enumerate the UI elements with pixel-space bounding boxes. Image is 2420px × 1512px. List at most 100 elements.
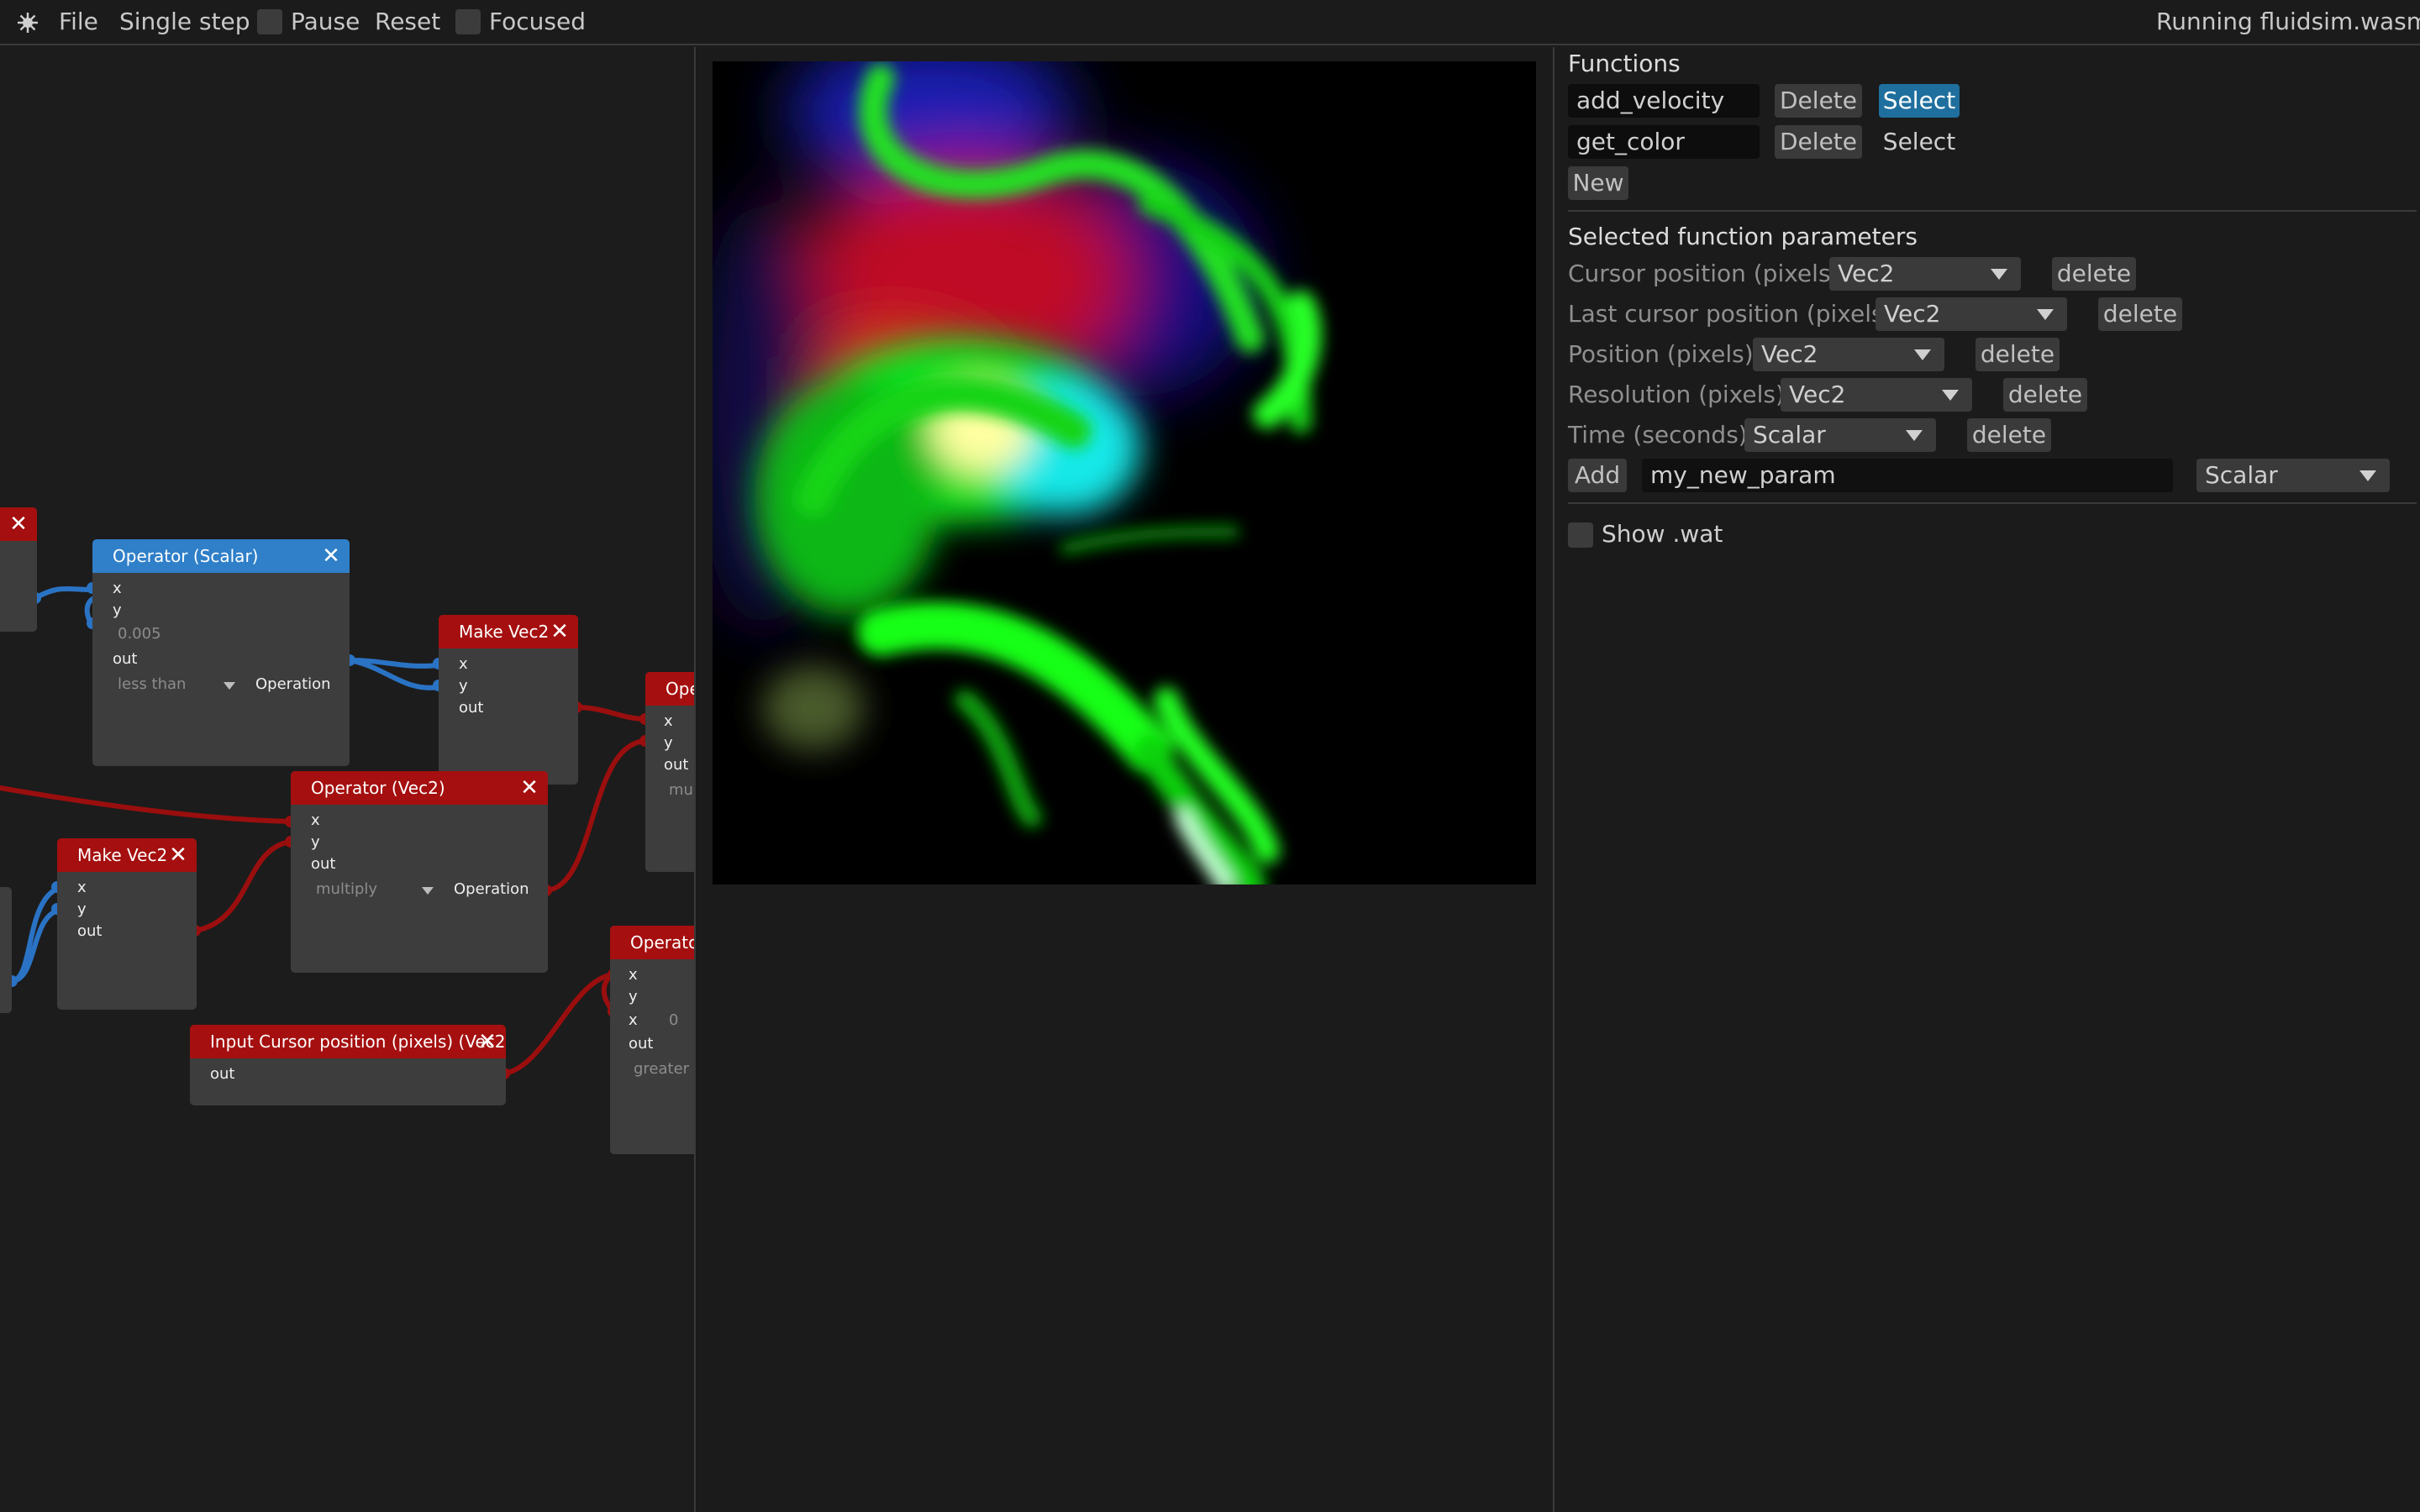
node-title: Oper [645, 672, 694, 706]
delete-function-button[interactable]: Delete [1775, 125, 1862, 159]
single-step-button[interactable]: Single step [119, 0, 250, 44]
node-make-vec2[interactable]: Make Vec2 ✕ x y out [439, 615, 578, 785]
chevron-down-icon [2037, 309, 2054, 320]
param-type-select[interactable]: Vec2 [1781, 378, 1972, 412]
node-input-cursor-position[interactable]: Input Cursor position (pixels) (Vec2) ✕ … [190, 1025, 506, 1105]
close-icon[interactable]: ✕ [321, 539, 341, 573]
port-x[interactable]: x [311, 811, 320, 830]
chevron-down-icon [1914, 349, 1931, 360]
divider [1568, 210, 2417, 212]
delete-param-button[interactable]: delete [2003, 378, 2087, 412]
param-label: Resolution (pixels) [1568, 381, 1785, 408]
node-title: Input Cursor position (pixels) (Vec2) [190, 1025, 506, 1058]
node-operator-partial-bottom[interactable]: Operator x y x 0 out greater [610, 926, 694, 1154]
node-title: Operator (Vec2) [291, 771, 548, 805]
function-name-field[interactable]: add_velocity [1568, 84, 1760, 118]
port-y[interactable]: y [629, 988, 638, 1006]
new-param-type-select[interactable]: Scalar [2196, 459, 2390, 492]
close-icon[interactable]: ✕ [477, 1025, 497, 1058]
delete-param-button[interactable]: delete [1975, 338, 2060, 371]
close-icon[interactable]: ✕ [550, 615, 570, 648]
port-x[interactable]: x [664, 712, 673, 731]
focused-label[interactable]: Focused [489, 0, 586, 44]
functions-heading: Functions [1568, 50, 1681, 77]
param-label: Time (seconds) [1568, 421, 1748, 449]
operation-label: Operation [255, 675, 331, 693]
port-x[interactable]: x [77, 879, 87, 897]
new-param-name-input[interactable]: my_new_param [1642, 459, 2173, 492]
port-y[interactable]: y [311, 833, 320, 852]
show-wat-label[interactable]: Show .wat [1602, 517, 1723, 551]
operation-label: Operation [454, 880, 529, 898]
port-x2[interactable]: x [629, 1011, 638, 1030]
operation-select[interactable]: mul [669, 781, 694, 800]
show-wat-checkbox[interactable] [1568, 522, 1593, 548]
delete-param-button[interactable]: delete [2098, 297, 2182, 331]
parameters-heading: Selected function parameters [1568, 223, 1918, 250]
functions-panel: Functions add_velocity Delete Select get… [1555, 47, 2420, 1512]
chevron-down-icon [1991, 269, 2007, 280]
gear-icon[interactable] [17, 12, 39, 34]
port-out[interactable]: out [210, 1065, 234, 1084]
value-field[interactable]: 0.005 [118, 625, 161, 643]
param-label: Cursor position (pixels) [1568, 260, 1840, 287]
close-icon[interactable]: ✕ [168, 838, 188, 872]
status-text: Running fluidsim.wasm [2156, 8, 2420, 35]
chevron-down-icon[interactable] [422, 887, 434, 895]
select-function-button[interactable]: Select [1879, 125, 1960, 159]
add-param-button[interactable]: Add [1568, 459, 1627, 492]
node-operator-scalar[interactable]: Operator (Scalar) ✕ x y 0.005 out less t… [92, 539, 350, 766]
port-y[interactable]: y [113, 601, 122, 620]
chevron-down-icon [1942, 390, 1959, 401]
new-function-button[interactable]: New [1568, 166, 1628, 200]
port-y[interactable]: y [459, 677, 468, 696]
menu-bar: File Single step Pause Reset Focused Run… [0, 0, 2420, 45]
port-out[interactable]: out [113, 650, 137, 669]
param-type-select[interactable]: Vec2 [1876, 297, 2067, 331]
node-make-vec2[interactable]: Make Vec2 ✕ x y out [57, 838, 197, 1010]
node-operator-partial-top[interactable]: Oper x y out mul [645, 672, 694, 872]
delete-function-button[interactable]: Delete [1775, 84, 1862, 118]
param-type-select[interactable]: Scalar [1744, 418, 1936, 452]
chevron-down-icon [2360, 470, 2376, 481]
node-editor[interactable]: ✕ Operator (Scalar) ✕ x y 0.005 out less… [0, 47, 694, 1512]
port-out[interactable]: out [629, 1035, 653, 1053]
close-icon[interactable]: ✕ [519, 771, 539, 805]
simulation-canvas[interactable] [713, 61, 1536, 885]
port-x[interactable]: x [113, 580, 122, 598]
node-title: Operator (Scalar) [92, 539, 350, 573]
value-field[interactable]: 0 [669, 1011, 678, 1030]
operation-select[interactable]: multiply [316, 880, 377, 899]
select-function-button[interactable]: Select [1879, 84, 1960, 118]
port-out[interactable]: out [77, 922, 102, 941]
reset-button[interactable]: Reset [375, 0, 440, 44]
param-label: Last cursor position (pixels) [1568, 300, 1893, 328]
port-y[interactable]: y [77, 900, 87, 919]
pause-label[interactable]: Pause [291, 0, 360, 44]
node-partial-left-bottom[interactable] [0, 887, 12, 1013]
operation-select[interactable]: greater [634, 1060, 689, 1079]
focused-checkbox[interactable] [455, 9, 481, 34]
port-out[interactable]: out [311, 855, 335, 874]
chevron-down-icon[interactable] [224, 682, 235, 690]
operation-select[interactable]: less than [118, 675, 186, 694]
pause-checkbox[interactable] [257, 9, 282, 34]
delete-param-button[interactable]: delete [2052, 257, 2136, 291]
divider [1568, 502, 2417, 504]
param-type-select[interactable]: Vec2 [1829, 257, 2021, 291]
menu-file[interactable]: File [59, 0, 98, 44]
delete-param-button[interactable]: delete [1967, 418, 2051, 452]
port-x[interactable]: x [629, 966, 638, 984]
node-partial-left-top[interactable]: ✕ [0, 507, 37, 632]
function-name-field[interactable]: get_color [1568, 125, 1760, 159]
chevron-down-icon [1906, 430, 1923, 441]
param-type-select[interactable]: Vec2 [1753, 338, 1944, 371]
close-icon[interactable]: ✕ [8, 507, 29, 541]
port-out[interactable]: out [664, 756, 688, 774]
node-operator-vec2[interactable]: Operator (Vec2) ✕ x y out multiply Opera… [291, 771, 548, 973]
port-out[interactable]: out [459, 699, 483, 717]
node-title: Operator [610, 926, 694, 959]
param-label: Position (pixels) [1568, 340, 1754, 368]
port-y[interactable]: y [664, 734, 673, 753]
port-x[interactable]: x [459, 655, 468, 674]
